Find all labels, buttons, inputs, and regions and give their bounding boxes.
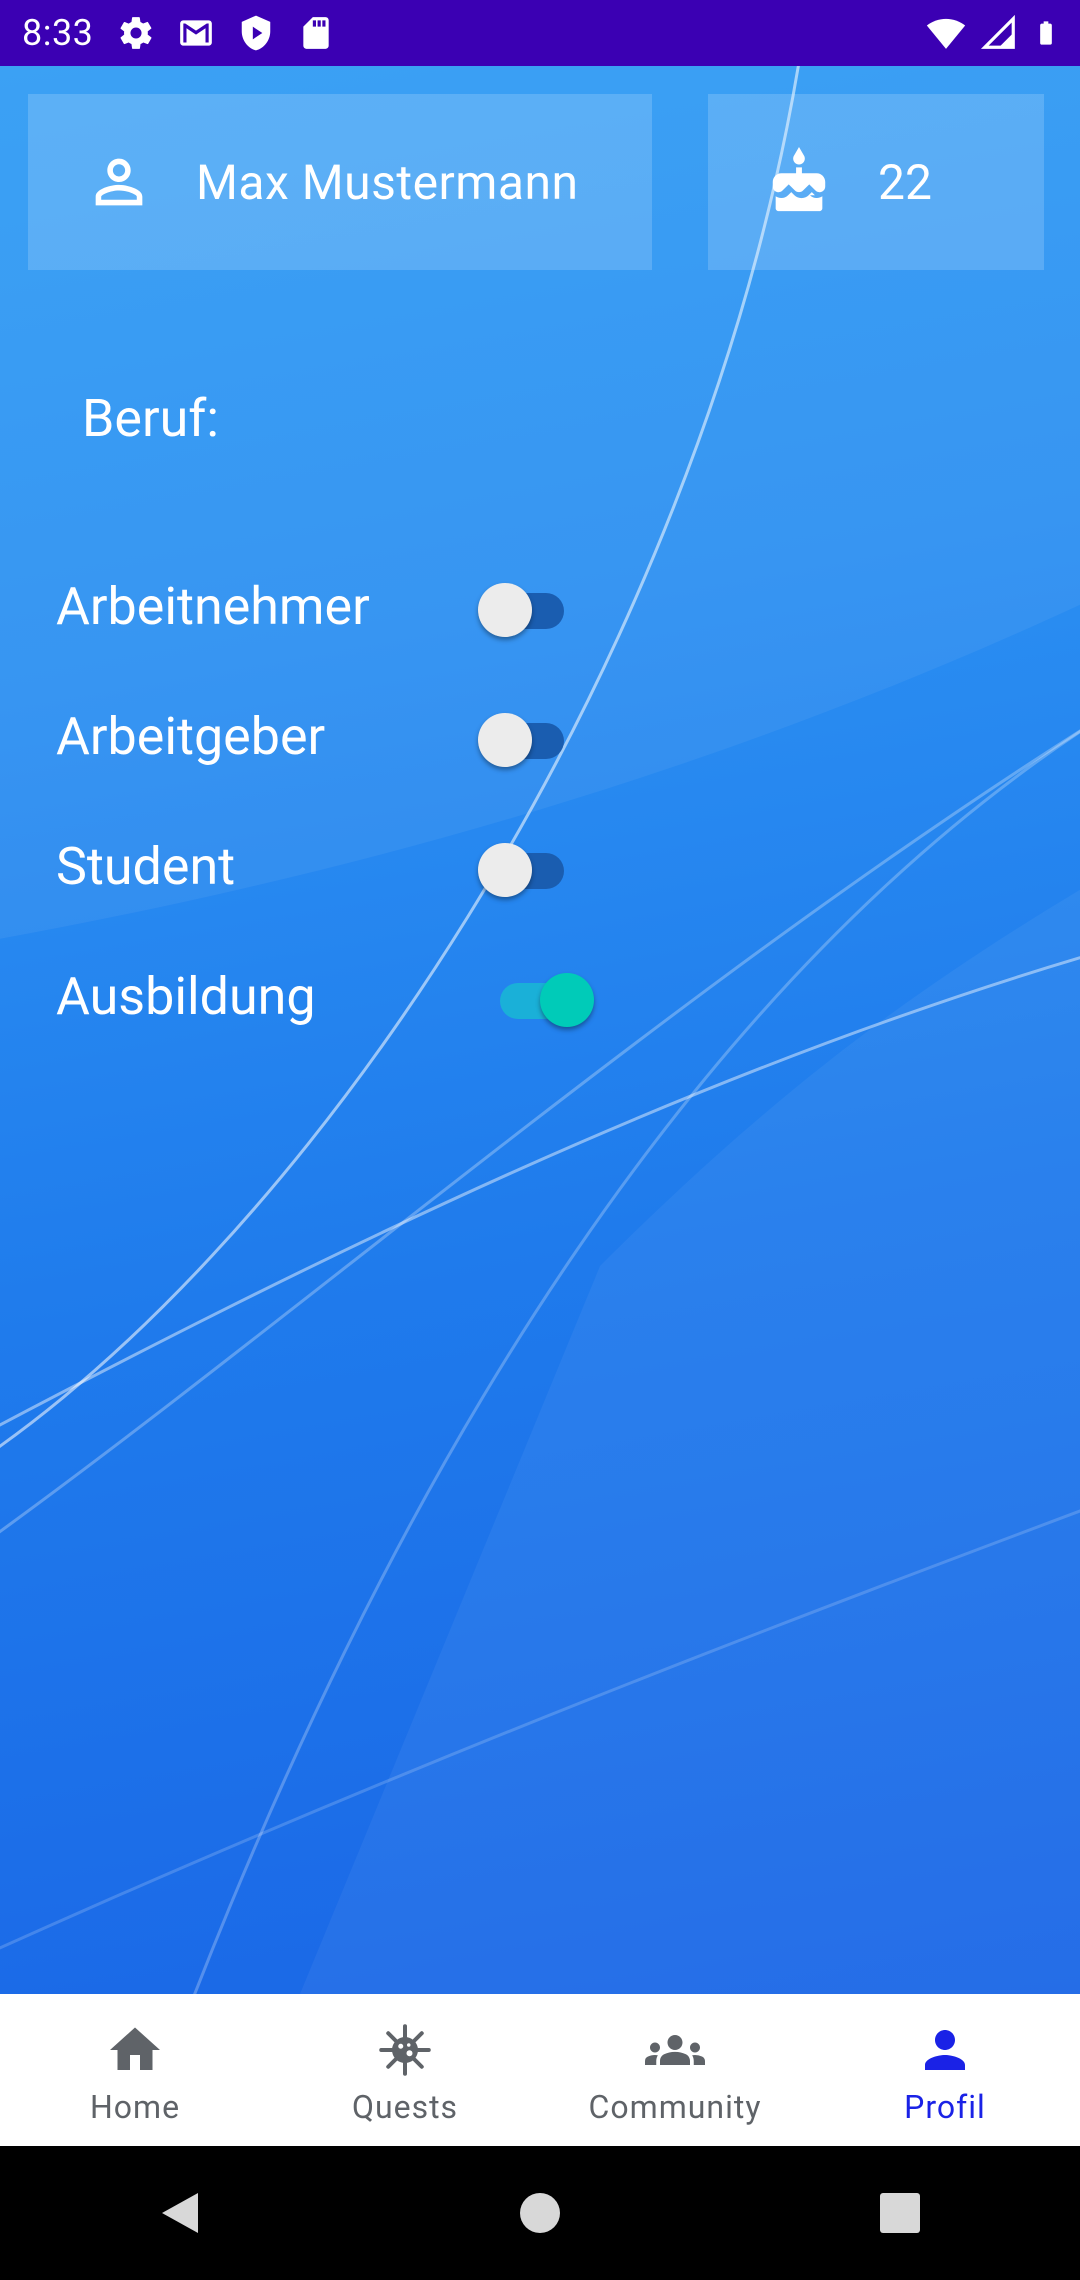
wifi-icon (926, 18, 966, 49)
age-card[interactable]: 22 (708, 94, 1044, 270)
gmail-icon (180, 20, 213, 46)
home-circle-icon (520, 2193, 560, 2233)
option-label: Arbeitgeber (56, 705, 326, 767)
sd-card-icon (303, 17, 330, 49)
option-arbeitgeber: Arbeitgeber (56, 696, 616, 776)
group-icon (645, 2035, 705, 2065)
option-label: Student (56, 835, 236, 897)
option-label: Ausbildung (56, 965, 316, 1027)
system-navigation-bar (0, 2146, 1080, 2280)
recents-icon (880, 2193, 920, 2233)
recents-button[interactable] (870, 2183, 930, 2243)
back-button[interactable] (150, 2183, 210, 2243)
nav-profil[interactable]: Profil (810, 1994, 1080, 2146)
person-icon (925, 2030, 965, 2070)
home-icon (110, 2027, 160, 2070)
nav-label: Profil (904, 2088, 986, 2126)
shield-play-icon (242, 15, 271, 51)
person-outline-icon (95, 158, 143, 206)
nav-home[interactable]: Home (0, 1994, 270, 2146)
status-bar: 8:33 (0, 0, 1080, 66)
cellular-signal-icon (980, 14, 1015, 49)
option-ausbildung: Ausbildung (56, 956, 616, 1036)
name-card[interactable]: Max Mustermann (28, 94, 652, 270)
virus-icon (379, 2024, 431, 2076)
status-time: 8:33 (22, 12, 94, 54)
option-label: Arbeitnehmer (56, 575, 370, 637)
option-student: Student (56, 826, 616, 906)
nav-label: Community (588, 2088, 762, 2126)
arbeitnehmer-toggle[interactable] (478, 576, 578, 637)
home-button[interactable] (510, 2183, 570, 2243)
toggle-thumb (540, 973, 594, 1027)
nav-community[interactable]: Community (540, 1994, 810, 2146)
back-icon (162, 2193, 198, 2233)
student-toggle[interactable] (478, 836, 578, 897)
profile-name: Max Mustermann (196, 153, 579, 211)
toggle-thumb (478, 843, 532, 897)
toggle-thumb (478, 583, 532, 637)
profile-age: 22 (878, 153, 932, 211)
toggle-thumb (478, 713, 532, 767)
arbeitgeber-toggle[interactable] (478, 706, 578, 767)
cake-icon (772, 147, 826, 212)
ausbildung-toggle[interactable] (500, 966, 600, 1027)
nav-label: Home (89, 2088, 181, 2126)
option-arbeitnehmer: Arbeitnehmer (56, 566, 616, 646)
beruf-label: Beruf: (82, 388, 219, 449)
battery-icon (1040, 21, 1052, 45)
settings-icon (120, 17, 152, 49)
nav-quests[interactable]: Quests (270, 1994, 540, 2146)
nav-label: Quests (351, 2088, 459, 2126)
bottom-navigation: Home Quests Community Profil (0, 1994, 1080, 2146)
